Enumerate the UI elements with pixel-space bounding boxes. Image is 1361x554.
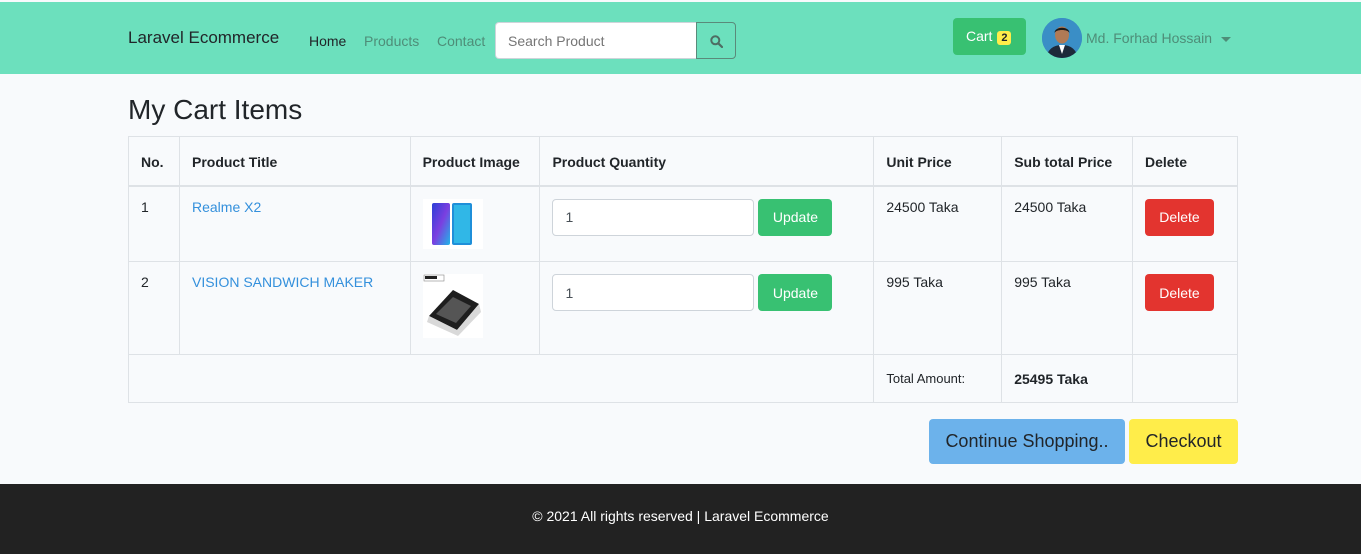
page-title: My Cart Items — [128, 94, 303, 125]
header-product-title: Product Title — [178, 136, 411, 187]
header-subtotal-price: Sub total Price — [1001, 136, 1133, 187]
table-row: 2 VISION SANDWICH MAKER Update 995 Ta — [128, 261, 1239, 355]
search-input[interactable] — [495, 22, 697, 59]
search-button[interactable] — [696, 22, 736, 59]
checkout-button[interactable]: Checkout — [1129, 419, 1238, 464]
nav-products-link[interactable]: Products — [364, 33, 419, 49]
cart-table: No. Product Title Product Image Product … — [127, 136, 1239, 403]
nav-contact-link[interactable]: Contact — [437, 33, 485, 49]
header-product-image: Product Image — [409, 136, 541, 187]
quantity-input[interactable] — [552, 274, 755, 311]
table-row: 1 Realme X2 1 Update 24500 Taka 24500 Ta… — [128, 185, 1239, 262]
row-number: 1 — [128, 185, 180, 262]
chevron-down-icon[interactable] — [1221, 37, 1231, 42]
phone-image[interactable] — [422, 198, 483, 249]
product-title-link[interactable]: VISION SANDWICH MAKER — [192, 274, 373, 290]
total-amount-label: Total Amount: — [873, 354, 1003, 403]
total-row: Total Amount: 25495 Taka — [127, 354, 1239, 403]
unit-price: 24500 Taka — [873, 185, 1003, 262]
total-amount-value: 25495 Taka — [1001, 354, 1133, 403]
continue-shopping-button[interactable]: Continue Shopping.. — [929, 419, 1125, 464]
header-delete: Delete — [1131, 136, 1239, 187]
avatar-portrait-icon — [1042, 18, 1082, 58]
nav-home-link[interactable]: Home — [309, 33, 346, 49]
sandwich-maker-image[interactable] — [422, 274, 483, 338]
user-name-dropdown[interactable]: Md. Forhad Hossain — [1086, 30, 1212, 46]
subtotal-price: 995 Taka — [1001, 261, 1133, 355]
navbar: Laravel Ecommerce Home Products Contact … — [0, 2, 1361, 74]
quantity-input[interactable] — [552, 198, 755, 236]
user-avatar[interactable] — [1042, 18, 1082, 58]
update-button[interactable]: Update — [758, 274, 833, 311]
brand-link[interactable]: Laravel Ecommerce — [128, 28, 279, 48]
footer-copyright: © 2021 All rights reserved | Laravel Eco… — [532, 508, 829, 524]
delete-button[interactable]: Delete — [1144, 274, 1214, 311]
cart-label: Cart — [966, 28, 993, 44]
cart-count-badge: 2 — [997, 31, 1012, 45]
row-number: 2 — [128, 261, 180, 355]
header-unit-price: Unit Price — [873, 136, 1003, 187]
update-button[interactable]: Update — [758, 198, 833, 236]
search-icon — [710, 35, 723, 48]
table-header-row: No. Product Title Product Image Product … — [128, 136, 1239, 187]
footer: © 2021 All rights reserved | Laravel Eco… — [0, 484, 1361, 554]
header-product-quantity: Product Quantity — [539, 136, 875, 187]
delete-button[interactable]: Delete — [1144, 198, 1214, 236]
search-form — [495, 22, 736, 59]
cart-button[interactable]: Cart 2 — [953, 18, 1026, 55]
unit-price: 995 Taka — [873, 261, 1003, 355]
header-no: No. — [128, 136, 180, 187]
product-title-link[interactable]: Realme X2 — [192, 199, 261, 215]
subtotal-price: 24500 Taka — [1001, 185, 1133, 262]
